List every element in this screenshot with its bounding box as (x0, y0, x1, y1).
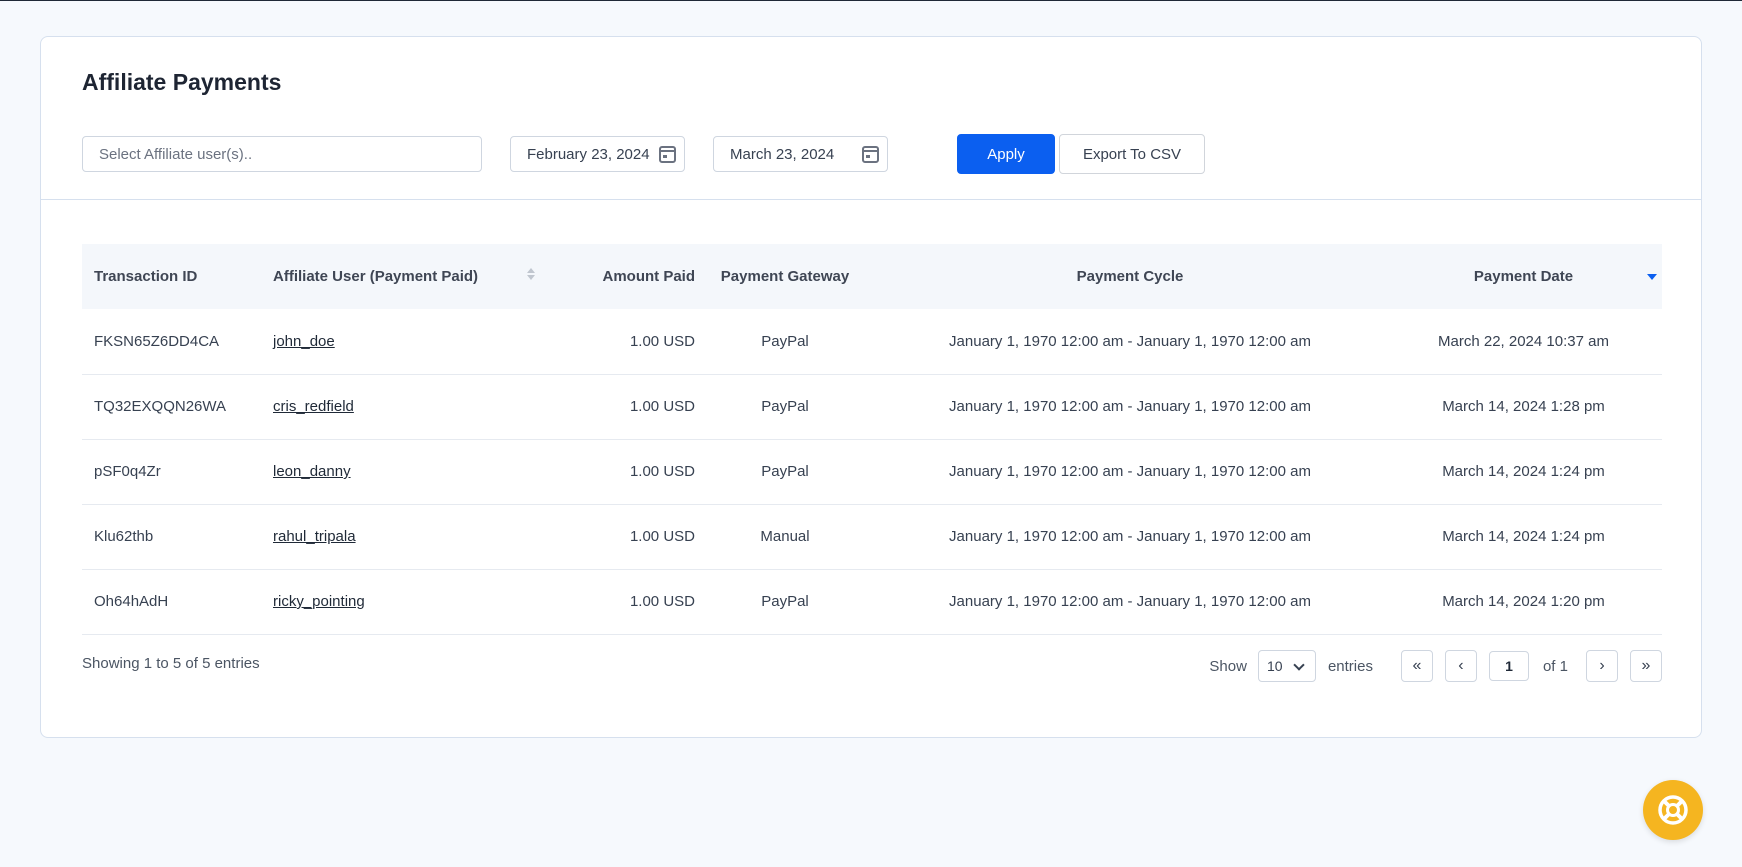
table-row: Oh64hAdH ricky_pointing 1.00 USD PayPal … (82, 569, 1662, 635)
table-row: Klu62thb rahul_tripala 1.00 USD Manual J… (82, 504, 1662, 570)
export-csv-button[interactable]: Export To CSV (1059, 134, 1205, 174)
show-label: Show (1209, 657, 1247, 675)
transaction-id-cell: Klu62thb (82, 504, 273, 570)
table-row: pSF0q4Zr leon_danny 1.00 USD PayPal Janu… (82, 439, 1662, 505)
header-transaction-id[interactable]: Transaction ID (82, 244, 273, 309)
payment-cycle-cell: January 1, 1970 12:00 am - January 1, 19… (875, 569, 1385, 635)
payments-table: Transaction ID Affiliate User (Payment P… (82, 244, 1662, 635)
affiliate-user-cell: rahul_tripala (273, 504, 553, 570)
payment-date-cell: March 14, 2024 1:20 pm (1385, 569, 1662, 635)
date-from-field[interactable]: February 23, 2024 (510, 136, 685, 172)
transaction-id-cell: Oh64hAdH (82, 569, 273, 635)
affiliate-user-link[interactable]: john_doe (273, 333, 335, 350)
chevron-down-icon (1293, 659, 1305, 671)
prev-page-button[interactable]: ‹ (1444, 650, 1477, 682)
table-header-row: Transaction ID Affiliate User (Payment P… (82, 244, 1662, 309)
date-from-value: February 23, 2024 (527, 145, 650, 163)
affiliate-user-cell: ricky_pointing (273, 569, 553, 635)
payment-gateway-cell: Manual (695, 504, 875, 570)
sort-desc-icon[interactable] (1647, 274, 1657, 280)
amount-paid-cell: 1.00 USD (553, 309, 695, 375)
card-header: Affiliate Payments February 23, 2024 Mar… (41, 37, 1701, 200)
payment-date-cell: March 14, 2024 1:28 pm (1385, 374, 1662, 440)
payment-cycle-cell: January 1, 1970 12:00 am - January 1, 19… (875, 309, 1385, 375)
table-row: FKSN65Z6DD4CA john_doe 1.00 USD PayPal J… (82, 309, 1662, 375)
amount-paid-cell: 1.00 USD (553, 569, 695, 635)
transaction-id-cell: pSF0q4Zr (82, 439, 273, 505)
affiliate-user-link[interactable]: ricky_pointing (273, 593, 365, 610)
affiliate-payments-card: Affiliate Payments February 23, 2024 Mar… (40, 36, 1702, 738)
first-page-button[interactable]: « (1400, 650, 1433, 682)
payment-date-cell: March 14, 2024 1:24 pm (1385, 439, 1662, 505)
payment-gateway-cell: PayPal (695, 309, 875, 375)
help-button[interactable] (1643, 780, 1703, 840)
date-to-value: March 23, 2024 (730, 145, 835, 163)
affiliate-user-cell: cris_redfield (273, 374, 553, 440)
payments-table-wrapper: Transaction ID Affiliate User (Payment P… (82, 244, 1662, 635)
total-pages-label: of 1 (1542, 657, 1568, 675)
last-page-button[interactable]: » (1630, 650, 1662, 682)
lifebuoy-icon (1658, 795, 1688, 825)
amount-paid-cell: 1.00 USD (553, 439, 695, 505)
affiliate-user-link[interactable]: leon_danny (273, 463, 351, 480)
transaction-id-cell: FKSN65Z6DD4CA (82, 309, 273, 375)
page-length-select[interactable]: 10 (1257, 650, 1316, 682)
header-payment-cycle[interactable]: Payment Cycle (875, 244, 1385, 309)
payment-gateway-cell: PayPal (695, 439, 875, 505)
amount-paid-cell: 1.00 USD (553, 374, 695, 440)
entries-label: entries (1327, 657, 1373, 675)
apply-button[interactable]: Apply (957, 134, 1055, 174)
transaction-id-cell: TQ32EXQQN26WA (82, 374, 273, 440)
pagination: Show 10 entries « ‹ 1 of 1 › » (1209, 649, 1662, 683)
header-affiliate-user[interactable]: Affiliate User (Payment Paid) (273, 244, 553, 309)
next-page-button[interactable]: › (1586, 650, 1618, 682)
table-footer: Showing 1 to 5 of 5 entries Show 10 entr… (82, 649, 1662, 689)
payment-cycle-cell: January 1, 1970 12:00 am - January 1, 19… (875, 504, 1385, 570)
payment-cycle-cell: January 1, 1970 12:00 am - January 1, 19… (875, 439, 1385, 505)
affiliate-user-link[interactable]: rahul_tripala (273, 528, 356, 545)
header-amount-paid[interactable]: Amount Paid (553, 244, 696, 309)
payment-date-cell: March 14, 2024 1:24 pm (1385, 504, 1662, 570)
top-border-line (0, 0, 1742, 1)
amount-paid-cell: 1.00 USD (553, 504, 695, 570)
current-page-input[interactable]: 1 (1488, 651, 1529, 681)
header-payment-gateway[interactable]: Payment Gateway (695, 244, 875, 309)
payment-date-cell: March 22, 2024 10:37 am (1385, 309, 1662, 375)
payment-gateway-cell: PayPal (695, 569, 875, 635)
affiliate-user-link[interactable]: cris_redfield (273, 398, 354, 415)
calendar-icon[interactable] (659, 146, 676, 163)
page-title: Affiliate Payments (82, 69, 282, 95)
payment-gateway-cell: PayPal (695, 374, 875, 440)
sort-icon[interactable] (527, 268, 535, 282)
showing-entries-text: Showing 1 to 5 of 5 entries (82, 655, 260, 672)
table-row: TQ32EXQQN26WA cris_redfield 1.00 USD Pay… (82, 374, 1662, 440)
affiliate-user-input[interactable] (99, 145, 459, 163)
calendar-icon[interactable] (862, 146, 879, 163)
affiliate-user-select[interactable] (82, 136, 482, 172)
payment-cycle-cell: January 1, 1970 12:00 am - January 1, 19… (875, 374, 1385, 440)
affiliate-user-cell: john_doe (273, 309, 553, 375)
page-length-value: 10 (1266, 658, 1283, 674)
header-payment-date[interactable]: Payment Date (1385, 244, 1662, 309)
date-to-field[interactable]: March 23, 2024 (713, 136, 888, 172)
affiliate-user-cell: leon_danny (273, 439, 553, 505)
